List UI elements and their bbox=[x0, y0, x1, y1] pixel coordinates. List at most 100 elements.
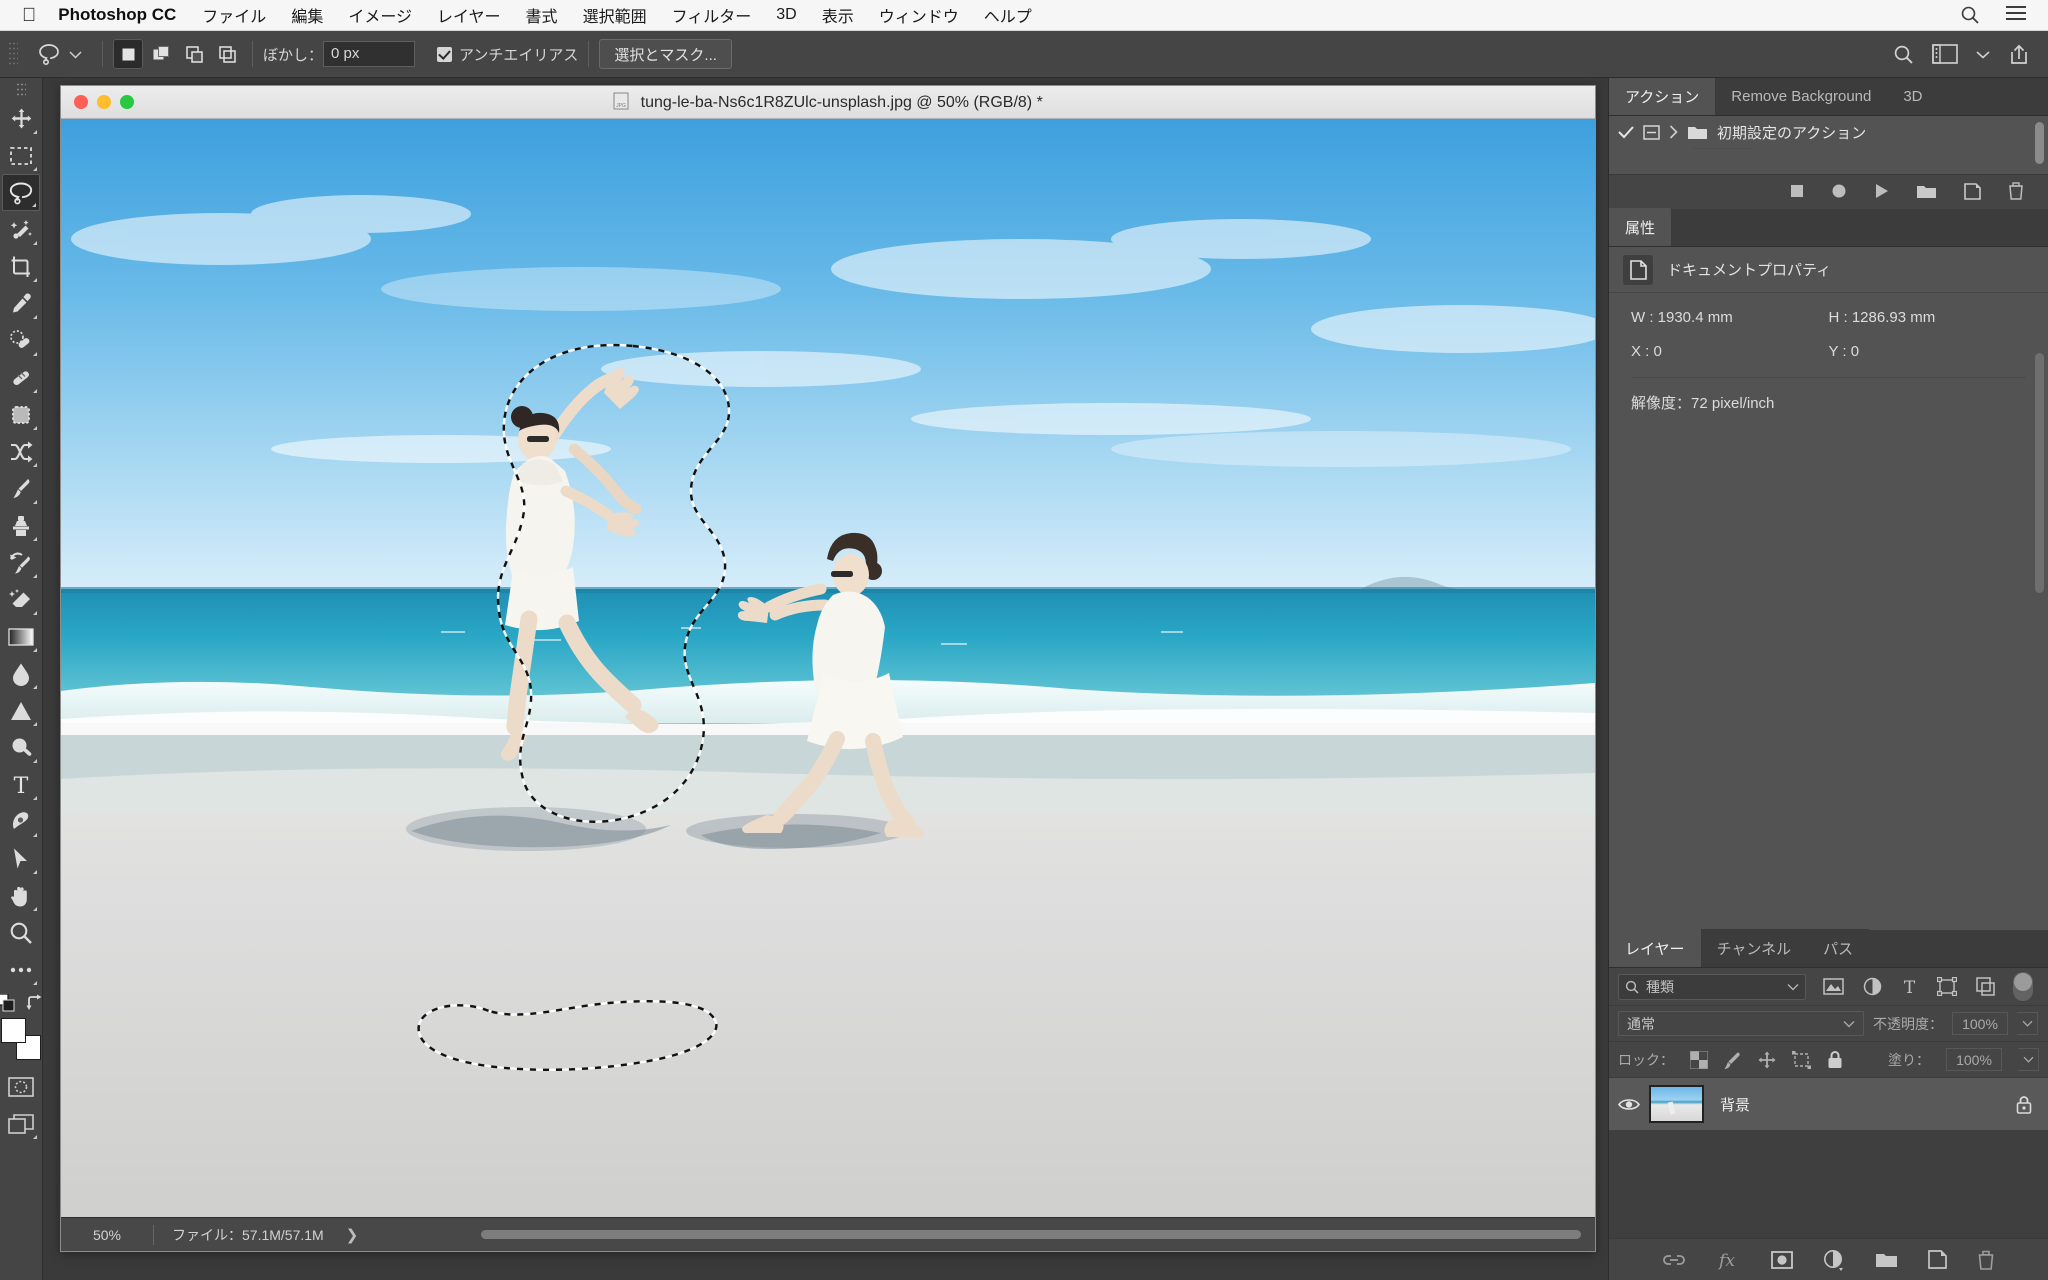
adjustment-layer-filter-icon[interactable] bbox=[1863, 977, 1882, 996]
add-layer-mask-icon[interactable] bbox=[1770, 1250, 1793, 1269]
hand-tool[interactable] bbox=[2, 877, 40, 914]
chevron-right-icon[interactable] bbox=[1669, 125, 1678, 139]
lock-position-icon[interactable] bbox=[1758, 1051, 1776, 1069]
menu-help[interactable]: ヘルプ bbox=[984, 3, 1032, 27]
menu-3d[interactable]: 3D bbox=[776, 6, 796, 24]
play-icon[interactable] bbox=[1874, 183, 1889, 199]
menu-edit[interactable]: 編集 bbox=[291, 3, 323, 27]
search-icon[interactable] bbox=[1893, 44, 1914, 65]
menu-layer[interactable]: レイヤー bbox=[437, 3, 501, 27]
intersect-with-selection-button[interactable] bbox=[212, 39, 242, 69]
delete-layer-icon[interactable] bbox=[1977, 1250, 1995, 1270]
antialias-checkbox[interactable]: アンチエイリアス bbox=[437, 44, 578, 65]
dodge-tool[interactable] bbox=[2, 692, 40, 729]
smart-object-filter-icon[interactable] bbox=[1976, 977, 1995, 996]
canvas[interactable] bbox=[61, 119, 1595, 1217]
edit-toolbar-tool[interactable] bbox=[2, 951, 40, 988]
gradient-tool[interactable] bbox=[2, 618, 40, 655]
maximize-button[interactable] bbox=[120, 95, 134, 109]
tab-paths[interactable]: パス bbox=[1807, 929, 1870, 967]
shape-layer-filter-icon[interactable] bbox=[1937, 977, 1957, 996]
burn-tool[interactable] bbox=[2, 729, 40, 766]
pixel-layer-filter-icon[interactable] bbox=[1823, 978, 1844, 995]
actions-list[interactable]: 初期設定のアクション bbox=[1609, 116, 2048, 174]
color-swatches[interactable] bbox=[1, 1018, 41, 1060]
property-x[interactable]: X : 0 bbox=[1631, 343, 1829, 360]
filter-toggle[interactable] bbox=[2013, 972, 2033, 1001]
minimize-button[interactable] bbox=[97, 95, 111, 109]
history-brush-tool[interactable] bbox=[2, 544, 40, 581]
blend-mode-select[interactable]: 通常 bbox=[1618, 1011, 1864, 1036]
fill-chevron-down-icon[interactable] bbox=[2018, 1048, 2039, 1071]
quick-selection-tool[interactable] bbox=[2, 211, 40, 248]
opacity-chevron-down-icon[interactable] bbox=[2017, 1012, 2038, 1035]
chevron-down-icon[interactable] bbox=[1787, 983, 1799, 991]
workspace-icon[interactable] bbox=[1932, 44, 1958, 64]
tab-3d[interactable]: 3D bbox=[1887, 77, 1939, 115]
menu-view[interactable]: 表示 bbox=[822, 3, 854, 27]
add-to-selection-button[interactable] bbox=[146, 39, 176, 69]
action-set-row[interactable]: 初期設定のアクション bbox=[1609, 116, 2048, 148]
zoom-level[interactable]: 50% bbox=[61, 1227, 153, 1243]
patch-tool[interactable] bbox=[2, 396, 40, 433]
chevron-right-icon[interactable]: ❯ bbox=[346, 1226, 359, 1244]
opacity-value[interactable]: 100% bbox=[1952, 1012, 2008, 1035]
share-icon[interactable] bbox=[2008, 43, 2030, 65]
property-resolution[interactable]: 解像度：72 pixel/inch bbox=[1609, 392, 2048, 413]
eraser-tool[interactable] bbox=[2, 581, 40, 618]
crop-tool[interactable] bbox=[2, 248, 40, 285]
tab-layers[interactable]: レイヤー bbox=[1609, 929, 1701, 967]
chevron-down-icon[interactable] bbox=[1976, 50, 1990, 59]
layer-thumbnail[interactable] bbox=[1649, 1085, 1704, 1123]
layer-style-fx-icon[interactable]: fx bbox=[1715, 1250, 1741, 1270]
apple-logo-icon[interactable]:  bbox=[22, 6, 36, 25]
delete-icon[interactable] bbox=[2008, 182, 2024, 200]
new-group-icon[interactable] bbox=[1875, 1251, 1898, 1268]
path-selection-tool[interactable] bbox=[2, 840, 40, 877]
shuffle-tool[interactable] bbox=[2, 433, 40, 470]
rectangular-marquee-tool[interactable] bbox=[2, 137, 40, 174]
property-width[interactable]: W : 1930.4 mm bbox=[1631, 309, 1829, 326]
brush-tool[interactable] bbox=[2, 470, 40, 507]
properties-scrollbar[interactable] bbox=[2035, 353, 2044, 593]
control-center-icon[interactable] bbox=[2006, 5, 2026, 25]
lock-transparent-pixels-icon[interactable] bbox=[1690, 1050, 1708, 1069]
foreground-color-swatch[interactable] bbox=[1, 1018, 26, 1043]
pen-tool[interactable] bbox=[2, 803, 40, 840]
property-height[interactable]: H : 1286.93 mm bbox=[1829, 309, 2027, 326]
menu-file[interactable]: ファイル bbox=[202, 3, 266, 27]
tab-properties[interactable]: 属性 bbox=[1609, 208, 1672, 246]
subtract-from-selection-button[interactable] bbox=[179, 39, 209, 69]
layer-visibility-eye-icon[interactable] bbox=[1609, 1097, 1649, 1112]
app-name-label[interactable]: Photoshop CC bbox=[58, 5, 176, 25]
fill-value[interactable]: 100% bbox=[1946, 1048, 2002, 1071]
spot-healing-brush-tool[interactable] bbox=[2, 322, 40, 359]
menu-filter[interactable]: フィルター bbox=[672, 3, 752, 27]
move-tool[interactable] bbox=[2, 100, 40, 137]
menu-image[interactable]: イメージ bbox=[348, 3, 412, 27]
stop-icon[interactable] bbox=[1790, 184, 1804, 198]
layer-kind-filter[interactable]: 種類 bbox=[1618, 973, 1806, 1000]
type-layer-filter-icon[interactable]: T bbox=[1901, 977, 1918, 996]
menu-select[interactable]: 選択範囲 bbox=[583, 3, 647, 27]
document-title-bar[interactable]: JPG tung-le-ba-Ns6c1R8ZUlc-unsplash.jpg … bbox=[61, 86, 1595, 119]
tab-actions[interactable]: アクション bbox=[1609, 77, 1716, 115]
layer-locked-icon[interactable] bbox=[2016, 1095, 2032, 1114]
clone-stamp-tool[interactable] bbox=[2, 507, 40, 544]
lock-all-icon[interactable] bbox=[1827, 1050, 1843, 1069]
swap-colors-icon[interactable] bbox=[26, 994, 45, 1013]
quick-mask-icon[interactable] bbox=[2, 1068, 40, 1105]
select-and-mask-button[interactable]: 選択とマスク... bbox=[599, 39, 732, 69]
new-selection-button[interactable] bbox=[113, 39, 143, 69]
toolbar-grip[interactable] bbox=[16, 82, 26, 96]
new-layer-icon[interactable] bbox=[1927, 1250, 1947, 1269]
blur-tool[interactable] bbox=[2, 655, 40, 692]
default-colors-icon[interactable] bbox=[0, 994, 16, 1013]
lasso-tool[interactable] bbox=[2, 174, 40, 211]
active-tool-preset[interactable] bbox=[26, 41, 92, 67]
tab-channels[interactable]: チャンネル bbox=[1700, 929, 1808, 967]
options-bar-grip[interactable] bbox=[8, 41, 18, 67]
new-action-icon[interactable] bbox=[1964, 182, 1981, 200]
lock-image-pixels-icon[interactable] bbox=[1724, 1051, 1742, 1069]
close-button[interactable] bbox=[74, 95, 88, 109]
